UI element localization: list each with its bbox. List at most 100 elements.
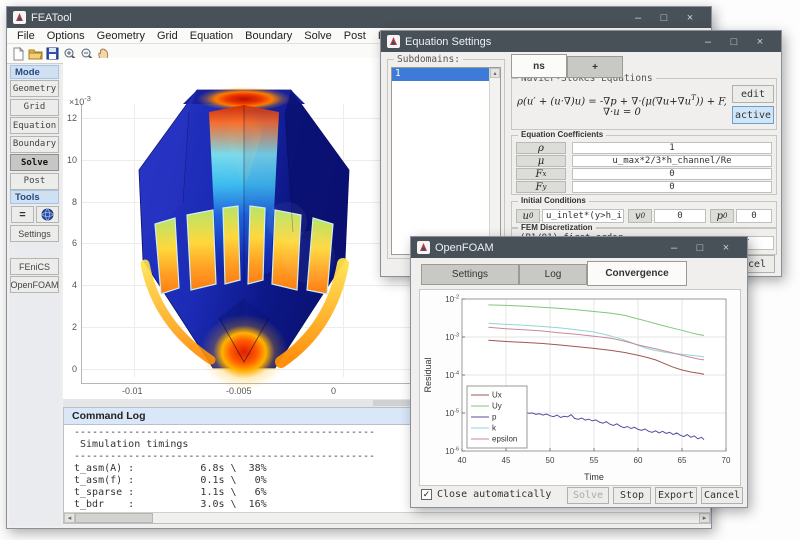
y-axis-exponent: ×10-3 xyxy=(69,94,91,107)
initial-input-v0[interactable]: 0 xyxy=(654,209,706,223)
scroll-right-icon[interactable]: ▸ xyxy=(699,513,710,523)
edit-button[interactable]: edit xyxy=(732,85,774,103)
featool-titlebar[interactable]: FEATool – □ × xyxy=(7,7,711,28)
coefficient-input-ρ[interactable]: 1 xyxy=(572,142,772,154)
close-button[interactable]: × xyxy=(677,7,703,28)
equation-coefficients-group: Equation Coefficients ρ1μu_max*2/3*h_cha… xyxy=(511,135,777,195)
initial-input-u0[interactable]: u_inlet*(y>h_i xyxy=(542,209,624,223)
simulation-3d-plot xyxy=(119,72,369,392)
y-tick-label: 10 xyxy=(63,155,77,165)
open-folder-icon[interactable] xyxy=(27,46,44,62)
sidebar-item-settings[interactable]: Settings xyxy=(10,225,59,242)
legend-entry-epsilon: epsilon xyxy=(492,435,517,444)
equals-icon: = xyxy=(19,209,25,221)
coefficient-row: ρ1 xyxy=(516,142,772,154)
close-automatically-checkbox[interactable]: ✓ xyxy=(421,489,432,500)
desktop-background: FEATool – □ × FileOptionsGeometryGridEqu… xyxy=(0,0,800,540)
scroll-left-icon[interactable]: ◂ xyxy=(64,513,75,523)
coefficient-input-Fx[interactable]: 0 xyxy=(572,168,772,180)
coefficients-header: Equation Coefficients xyxy=(518,130,606,139)
coefficient-row: μ u_max*2/3*h_channel/Re xyxy=(516,155,772,167)
equation-display: ρ(u′ + (u·∇)u) = -∇p + ∇·(μ(∇u+∇uT)) + F… xyxy=(516,87,728,125)
maximize-button[interactable]: □ xyxy=(651,7,677,28)
new-file-icon[interactable] xyxy=(10,46,27,62)
coefficient-symbol-Fx: Fx xyxy=(516,168,566,180)
openfoam-dialog: OpenFOAM – □ × 4045505560657010-210-310-… xyxy=(410,236,748,508)
dialog-title: OpenFOAM xyxy=(435,242,494,254)
tab-convergence[interactable]: Convergence xyxy=(587,261,687,286)
y-tick-label: 10-3 xyxy=(445,333,459,343)
equation-tool-button[interactable]: = xyxy=(11,206,34,223)
y-axis-label: Residual xyxy=(423,357,433,392)
dialog-title: Equation Settings xyxy=(405,36,491,48)
sidebar-item-equation[interactable]: Equation xyxy=(10,117,59,134)
sidebar-item-solve[interactable]: Solve xyxy=(10,154,59,171)
scroll-up-icon[interactable]: ▴ xyxy=(490,68,500,78)
coefficient-row: Fy 0 xyxy=(516,181,772,193)
tab-add-equation[interactable]: + xyxy=(567,56,623,78)
openfoam-titlebar[interactable]: OpenFOAM – □ × xyxy=(411,237,747,258)
scrollbar-thumb[interactable] xyxy=(75,513,153,523)
menu-item-file[interactable]: File xyxy=(11,30,41,42)
menu-item-equation[interactable]: Equation xyxy=(184,30,239,42)
sidebar-item-fenics[interactable]: FEniCS xyxy=(10,258,59,275)
close-button[interactable]: × xyxy=(747,31,773,52)
coefficient-input-μ[interactable]: u_max*2/3*h_channel/Re xyxy=(572,155,772,167)
y-tick-label: 12 xyxy=(63,113,77,123)
legend-entry-ux: Ux xyxy=(492,391,502,400)
sidebar-item-geometry[interactable]: Geometry xyxy=(10,80,59,97)
x-tick-label: 40 xyxy=(458,456,467,465)
command-log-scrollbar[interactable]: ◂ ▸ xyxy=(64,512,710,523)
sidebar-item-grid[interactable]: Grid xyxy=(10,99,59,116)
x-tick-label: 50 xyxy=(546,456,555,465)
x-tick-label: 65 xyxy=(678,456,687,465)
active-button[interactable]: active xyxy=(732,106,774,124)
maximize-button[interactable]: □ xyxy=(721,31,747,52)
legend-entry-p: p xyxy=(492,413,497,422)
subdomain-list-item-1[interactable]: 1 xyxy=(392,68,500,81)
initial-input-p0[interactable]: 0 xyxy=(736,209,772,223)
minimize-button[interactable]: – xyxy=(625,7,651,28)
menu-item-geometry[interactable]: Geometry xyxy=(91,30,151,42)
y-tick-label: 8 xyxy=(63,197,77,207)
menu-item-solve[interactable]: Solve xyxy=(298,30,338,42)
coefficient-symbol-Fy: Fy xyxy=(516,181,566,193)
sidebar-item-boundary[interactable]: Boundary xyxy=(10,136,59,153)
save-icon[interactable] xyxy=(44,46,61,62)
menu-item-options[interactable]: Options xyxy=(41,30,91,42)
menu-item-post[interactable]: Post xyxy=(338,30,372,42)
tab-log[interactable]: Log xyxy=(519,264,587,285)
sidebar-mode-header: Mode xyxy=(10,65,59,79)
minimize-button[interactable]: – xyxy=(695,31,721,52)
tab-settings[interactable]: Settings xyxy=(421,264,519,285)
initial-symbol-p0: p0 xyxy=(710,209,734,223)
minimize-button[interactable]: – xyxy=(661,237,687,258)
tab-ns[interactable]: ns xyxy=(511,54,567,78)
close-button[interactable]: × xyxy=(713,237,739,258)
cad-tool-button[interactable] xyxy=(36,206,59,223)
solve-button[interactable]: Solve xyxy=(567,487,609,504)
close-automatically-label: Close automatically xyxy=(437,489,551,500)
legend-entry-uy: Uy xyxy=(492,402,502,411)
y-tick-label: 0 xyxy=(63,364,77,374)
menu-item-boundary[interactable]: Boundary xyxy=(239,30,298,42)
y-tick-label: 4 xyxy=(63,280,77,290)
coefficient-symbol-μ: μ xyxy=(516,155,566,167)
x-tick-label: 70 xyxy=(722,456,731,465)
stop-button[interactable]: Stop xyxy=(613,487,651,504)
sidebar-item-openfoam[interactable]: OpenFOAM xyxy=(10,276,59,293)
listbox-scrollbar[interactable]: ▴ ▾ xyxy=(489,68,500,254)
menu-item-grid[interactable]: Grid xyxy=(151,30,184,42)
subdomains-listbox[interactable]: 1 ▴ ▾ xyxy=(391,67,501,255)
y-tick-label: 10-6 xyxy=(445,447,459,457)
featool-logo-icon xyxy=(417,241,430,254)
window-title: FEATool xyxy=(31,12,72,24)
maximize-button[interactable]: □ xyxy=(687,237,713,258)
convergence-plot-panel: 4045505560657010-210-310-410-510-6TimeRe… xyxy=(419,289,741,486)
cancel-button[interactable]: Cancel xyxy=(701,487,743,504)
sidebar-item-post[interactable]: Post xyxy=(10,173,59,190)
coefficient-input-Fy[interactable]: 0 xyxy=(572,181,772,193)
equation-settings-titlebar[interactable]: Equation Settings – □ × xyxy=(381,31,781,52)
export-button[interactable]: Export xyxy=(655,487,697,504)
x-axis-label: Time xyxy=(584,472,604,482)
